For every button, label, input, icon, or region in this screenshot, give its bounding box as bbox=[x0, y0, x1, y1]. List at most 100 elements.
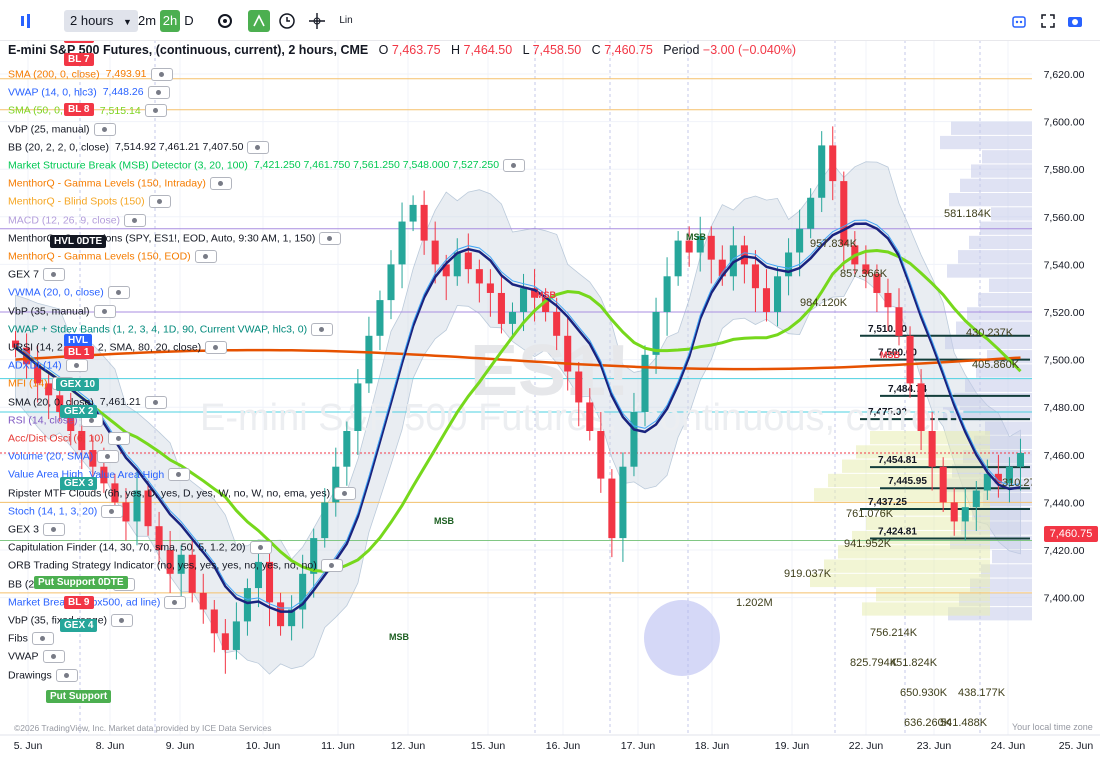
eye-icon[interactable] bbox=[42, 268, 65, 282]
indicator-row[interactable]: Stoch (14, 1, 3, 20) bbox=[8, 504, 124, 518]
indicator-row[interactable]: VWAP bbox=[8, 650, 65, 664]
eye-icon[interactable] bbox=[209, 177, 232, 191]
indicator-row[interactable]: Value Area High Value Area High bbox=[8, 468, 191, 482]
timeframe-2m-button[interactable]: 2m bbox=[136, 10, 158, 32]
eye-icon[interactable] bbox=[97, 450, 120, 464]
eye-icon[interactable] bbox=[101, 504, 124, 518]
indicator-row[interactable]: Acc/Dist Osci (6, 10) bbox=[8, 432, 130, 445]
period-value: −3.00 (−0.040%) bbox=[702, 43, 797, 57]
price-axis-label: 7,540.00 bbox=[1044, 259, 1085, 271]
fullscreen-icon[interactable] bbox=[1037, 10, 1059, 32]
time-axis[interactable]: 5. Jun 8. Jun 9. Jun 10. Jun 11. Jun 12. Jun 1… bbox=[0, 734, 1100, 752]
indicator-row[interactable]: VWAP + Stdev Bands (1, 2, 3, 4, 1D, 90, … bbox=[8, 322, 334, 336]
clock-icon[interactable] bbox=[276, 10, 298, 32]
eye-icon[interactable] bbox=[65, 359, 88, 373]
eye-icon[interactable] bbox=[205, 341, 228, 354]
eye-icon[interactable] bbox=[319, 231, 342, 245]
eye-icon[interactable] bbox=[42, 650, 65, 664]
indicator-row[interactable]: Drawings bbox=[8, 668, 78, 682]
indicator-row[interactable]: GEX 7 bbox=[8, 268, 65, 282]
price-axis-label: 7,600.00 bbox=[1044, 117, 1085, 129]
indicator-row[interactable]: MenthorQ - Gamma Levels (150, EOD) bbox=[8, 250, 217, 263]
eye-icon[interactable] bbox=[320, 559, 343, 573]
candle-body bbox=[773, 276, 782, 312]
eye-icon[interactable] bbox=[194, 250, 217, 263]
candle-body bbox=[464, 252, 472, 270]
eye-icon[interactable] bbox=[55, 668, 78, 682]
indicator-row[interactable]: VbP (25, manual) bbox=[8, 122, 116, 136]
indicator-value: 7,448.26 bbox=[102, 86, 144, 99]
indicator-row[interactable]: VbP (35, manual) bbox=[8, 304, 116, 318]
eye-icon[interactable] bbox=[107, 286, 130, 300]
eye-icon[interactable] bbox=[93, 304, 116, 318]
indicator-row[interactable]: Fibs bbox=[8, 632, 54, 646]
eye-icon[interactable] bbox=[150, 68, 173, 81]
eye-icon[interactable] bbox=[42, 523, 65, 536]
eye-icon[interactable] bbox=[147, 86, 170, 100]
eye-icon[interactable] bbox=[247, 140, 270, 154]
indicator-row[interactable]: VWAP (14, 0, hlc3) 7,448.26 bbox=[8, 86, 170, 100]
volume-profile-bar bbox=[982, 150, 1032, 164]
indicator-row[interactable]: Market Breadth (spx500, ad line) bbox=[8, 595, 187, 609]
camera-icon[interactable] bbox=[1064, 10, 1086, 32]
local-timezone[interactable]: Your local time zone bbox=[1012, 722, 1093, 732]
key-level-label: 7,454.81 bbox=[878, 455, 917, 466]
indicator-row[interactable]: BB (20, 2, 2, 0, close) 7,514.92 7,461.21… bbox=[8, 140, 270, 154]
candle-body bbox=[564, 335, 572, 372]
eye-icon[interactable] bbox=[93, 122, 116, 136]
eye-icon[interactable] bbox=[144, 395, 167, 409]
time-axis-label: 16. Jun bbox=[546, 740, 581, 752]
indicator-row[interactable]: GEX 3 bbox=[8, 523, 65, 536]
indicator-name: VWAP bbox=[8, 650, 39, 663]
indicator-value: 7,514.92 7,461.21 7,407.50 bbox=[114, 141, 244, 154]
msb-label: MSB bbox=[686, 232, 707, 242]
indicator-row[interactable]: MACD (12, 26, 9, close) bbox=[8, 213, 147, 227]
interval-select[interactable]: 2 hours ▼ bbox=[64, 10, 138, 32]
indicator-row[interactable]: MenthorQ - Blind Spots (150) bbox=[8, 195, 171, 209]
indicator-value: 7,493.91 bbox=[105, 68, 147, 81]
candle-body bbox=[840, 181, 848, 246]
indicator-row[interactable]: VWMA (20, 0, close) bbox=[8, 286, 130, 300]
chart-type-icon[interactable] bbox=[16, 10, 38, 32]
indicator-row[interactable]: MenthorQ - Gamma Levels (150, Intraday) bbox=[8, 177, 232, 191]
volume-profile-bar bbox=[971, 164, 1032, 178]
crosshair-icon[interactable] bbox=[306, 10, 328, 32]
indicator-row[interactable]: URSI (14, 2, 20, 2, 2, SMA, 80, 20, clos… bbox=[8, 341, 228, 354]
eye-icon[interactable] bbox=[107, 432, 130, 445]
eye-icon[interactable] bbox=[124, 213, 147, 227]
volume-node-label: 761.076K bbox=[846, 508, 894, 520]
timeframe-2h-button[interactable]: 2h bbox=[160, 10, 180, 32]
cursor-icon[interactable] bbox=[248, 10, 270, 32]
volume-profile-bar bbox=[810, 573, 990, 588]
eye-icon[interactable] bbox=[148, 195, 171, 209]
indicator-row[interactable]: Volume (20, SMA) bbox=[8, 450, 120, 464]
eye-icon[interactable] bbox=[164, 595, 187, 609]
indicator-row[interactable]: ORB Trading Strategy Indicator (no, yes,… bbox=[8, 559, 343, 573]
indicator-row[interactable]: Capitulation Finder (14, 30, 70, sma, 50… bbox=[8, 541, 272, 555]
candle-body bbox=[1016, 453, 1025, 467]
eye-icon[interactable] bbox=[249, 541, 272, 555]
lin-scale-button[interactable]: Lin bbox=[334, 10, 358, 32]
candle-body bbox=[387, 264, 395, 301]
indicator-row[interactable]: Market Structure Break (MSB) Detector (3… bbox=[8, 159, 526, 172]
candle-body bbox=[586, 402, 594, 431]
eye-icon[interactable] bbox=[111, 614, 134, 627]
robot-icon[interactable] bbox=[1008, 10, 1030, 32]
eye-icon[interactable] bbox=[503, 159, 526, 172]
volume-profile-bar bbox=[989, 278, 1032, 292]
eye-icon[interactable] bbox=[334, 486, 357, 500]
indicator-row[interactable]: SMA (200, 0, close) 7,493.91 bbox=[8, 68, 173, 81]
indicator-row[interactable]: ADXDI (14) bbox=[8, 359, 88, 373]
indicator-value: Value Area High bbox=[89, 468, 165, 481]
volume-profile-bar bbox=[824, 559, 990, 573]
time-axis-label: 24. Jun bbox=[991, 740, 1026, 752]
eye-icon[interactable] bbox=[311, 322, 334, 336]
candle-body bbox=[685, 240, 693, 253]
candle-body bbox=[707, 235, 715, 260]
timeframe-d-button[interactable]: D bbox=[182, 10, 196, 32]
eye-icon[interactable] bbox=[168, 468, 191, 482]
gear-icon[interactable] bbox=[214, 10, 236, 32]
eye-icon[interactable] bbox=[144, 104, 167, 118]
volume-profile-bar bbox=[960, 178, 1032, 192]
eye-icon[interactable] bbox=[31, 632, 54, 646]
